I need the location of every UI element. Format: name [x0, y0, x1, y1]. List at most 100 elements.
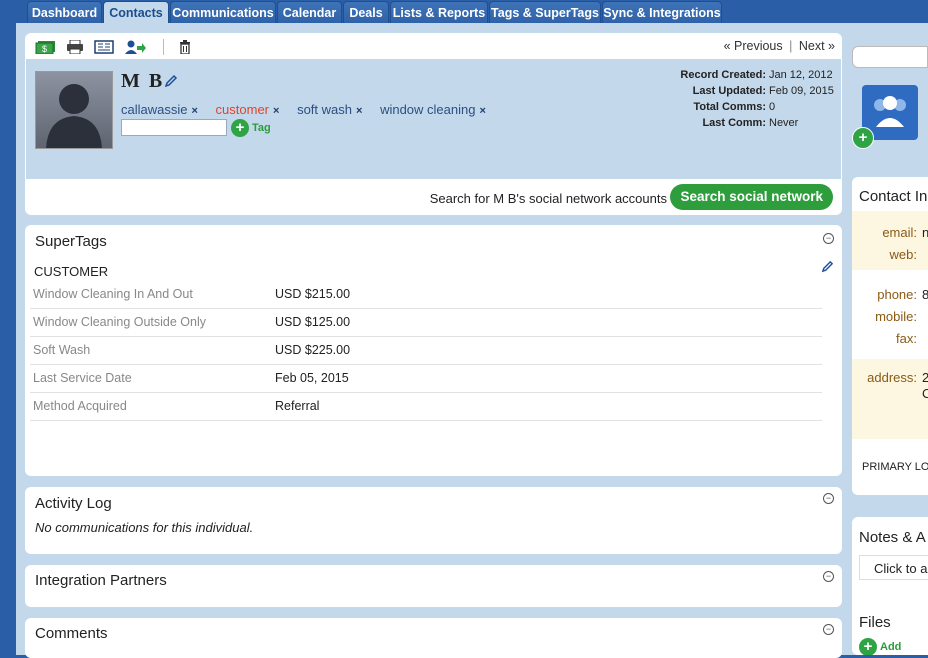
supertag-group-name: CUSTOMER [34, 264, 109, 279]
notes-input[interactable]: Click to a [859, 555, 928, 580]
edit-supertag-pencil-icon[interactable] [821, 260, 834, 273]
total-comms-value: 0 [769, 101, 776, 113]
field-label: Window Cleaning In And Out [33, 287, 193, 301]
record-meta: Record Created: Jan 12, 2012 Last Updated… [680, 67, 833, 131]
tab-deals[interactable]: Deals [343, 1, 389, 23]
vcard-icon[interactable] [94, 40, 114, 54]
tag-input[interactable] [121, 119, 227, 136]
contact-info-title: Contact In [859, 188, 928, 205]
last-updated-value: Feb 09, 2015 [769, 85, 834, 97]
plus-icon: + [231, 119, 249, 137]
tag-item[interactable]: window cleaning × [380, 102, 486, 117]
social-search-bar: Search for M B's social network accounts… [26, 179, 841, 214]
tab-tags-supertags[interactable]: Tags & SuperTags [489, 1, 601, 23]
svg-text:$: $ [42, 44, 47, 54]
supertag-row: Last Service Date Feb 05, 2015 [30, 365, 822, 393]
previous-link[interactable]: « Previous [724, 39, 783, 53]
tag-label: customer [215, 102, 270, 117]
contact-info-panel: Contact In email: n web: phone: 8 mobile… [852, 177, 928, 495]
email-web-section: email: n web: [852, 211, 928, 270]
record-pager: « Previous | Next » [724, 39, 835, 53]
supertag-row: Method Acquired Referral [30, 393, 822, 421]
contact-header-panel: $ « Previous | Next » M B callawassie × c… [25, 33, 842, 215]
collapse-comments-icon[interactable]: − [823, 624, 834, 635]
trash-icon[interactable] [178, 40, 192, 54]
tab-sync-integrations[interactable]: Sync & Integrations [602, 1, 722, 23]
integration-partners-title: Integration Partners [35, 572, 167, 589]
tab-calendar[interactable]: Calendar [277, 1, 342, 23]
primary-location-label: PRIMARY LO [862, 461, 928, 473]
last-comm-value: Never [769, 117, 799, 129]
comments-title: Comments [35, 625, 108, 642]
phone-label: phone: [877, 287, 917, 302]
tab-contacts[interactable]: Contacts [103, 1, 169, 24]
tag-item[interactable]: callawassie × [121, 102, 198, 117]
supertags-title: SuperTags [35, 233, 107, 250]
supertag-row: Soft Wash USD $225.00 [30, 337, 822, 365]
contact-toolbar: $ « Previous | Next » [26, 34, 841, 59]
activity-log-panel: Activity Log − No communications for thi… [25, 487, 842, 554]
tab-lists-reports[interactable]: Lists & Reports [390, 1, 488, 23]
tag-list: callawassie × customer × soft wash × window… [121, 102, 500, 117]
field-label: Soft Wash [33, 343, 91, 357]
phone-value: 8 [922, 287, 928, 302]
meta-label: Last Updated: [692, 85, 766, 97]
search-social-network-button[interactable]: Search social network [670, 184, 833, 210]
remove-tag-icon[interactable]: × [273, 105, 279, 117]
tag-label: soft wash [297, 102, 352, 117]
add-tag-label: Tag [252, 121, 271, 134]
comments-panel: Comments − [25, 618, 842, 658]
add-file-label: Add [880, 640, 902, 653]
add-tag-button[interactable]: + Tag [231, 119, 271, 137]
plus-icon: + [852, 127, 874, 149]
right-sidebar: + Contact In email: n web: phone: 8 mobi… [852, 23, 928, 655]
field-value: Referral [275, 399, 320, 413]
tab-communications[interactable]: Communications [170, 1, 276, 23]
person-silhouette-icon [46, 84, 102, 148]
address-section: address: 2 C [852, 359, 928, 439]
add-file-button[interactable]: + Add [859, 638, 901, 655]
remove-tag-icon[interactable]: × [356, 105, 362, 117]
plus-icon: + [859, 638, 877, 655]
activity-log-title: Activity Log [35, 495, 112, 512]
social-search-text: Search for M B's social network accounts [429, 191, 667, 206]
files-title: Files [859, 614, 891, 631]
edit-name-pencil-icon[interactable] [164, 74, 178, 88]
notes-files-panel: Notes & A Click to a Files + Add [852, 517, 928, 655]
field-value: Feb 05, 2015 [275, 371, 349, 385]
address-line: 2 [922, 370, 928, 385]
add-group-button[interactable]: + [852, 127, 877, 149]
print-icon[interactable] [66, 40, 84, 54]
remove-tag-icon[interactable]: × [191, 105, 197, 117]
address-line: C [922, 386, 928, 401]
meta-label: Record Created: [680, 69, 766, 81]
field-label: Window Cleaning Outside Only [33, 315, 206, 329]
assign-user-icon[interactable] [125, 40, 146, 54]
mobile-label: mobile: [875, 309, 917, 324]
contact-name: M B [121, 70, 165, 92]
remove-tag-icon[interactable]: × [479, 105, 485, 117]
collapse-integration-icon[interactable]: − [823, 571, 834, 582]
pager-separator: | [789, 39, 793, 53]
meta-label: Total Comms: [693, 101, 766, 113]
tab-dashboard[interactable]: Dashboard [27, 1, 102, 23]
tag-item[interactable]: customer × [216, 102, 280, 117]
field-label: Last Service Date [33, 371, 132, 385]
deal-money-icon[interactable]: $ [35, 40, 56, 54]
top-navigation: Dashboard Contacts Communications Calend… [0, 0, 928, 24]
field-value: USD $225.00 [275, 343, 351, 357]
sidebar-search-input[interactable] [852, 46, 928, 68]
meta-label: Last Comm: [702, 117, 766, 129]
field-value: USD $125.00 [275, 315, 351, 329]
email-value: n [922, 225, 928, 240]
next-link[interactable]: Next » [799, 39, 835, 53]
notes-title: Notes & A [859, 529, 926, 546]
avatar [35, 71, 113, 149]
tag-item[interactable]: soft wash × [297, 102, 362, 117]
integration-partners-panel: Integration Partners − [25, 565, 842, 607]
web-label: web: [889, 247, 917, 262]
collapse-supertags-icon[interactable]: − [823, 233, 834, 244]
toolbar-divider [163, 39, 164, 55]
collapse-activity-icon[interactable]: − [823, 493, 834, 504]
tag-label: window cleaning [380, 102, 476, 117]
